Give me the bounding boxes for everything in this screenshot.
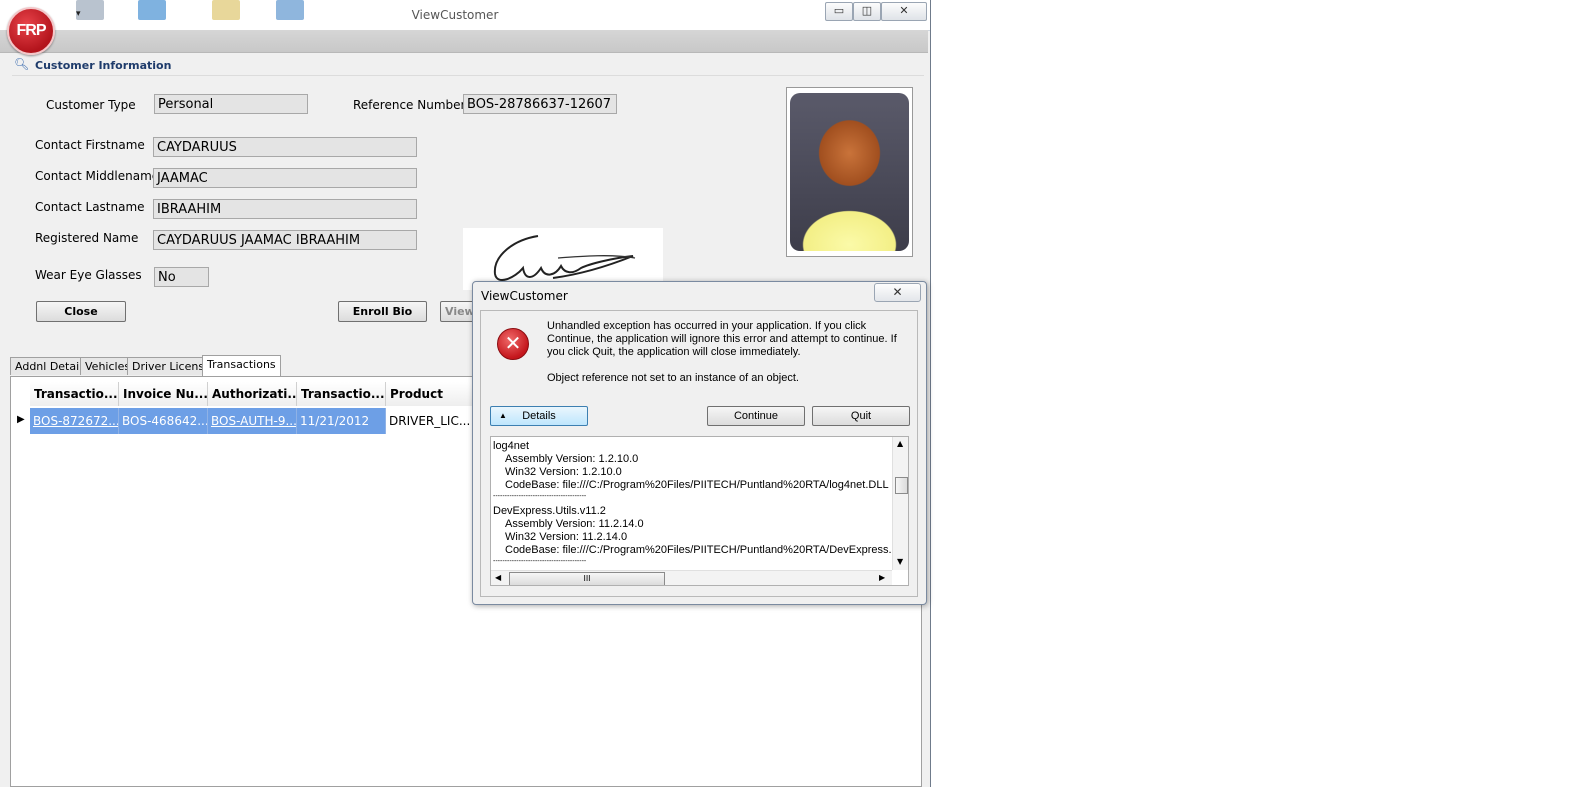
details-button[interactable]: ▲ Details (490, 406, 588, 426)
lastname-field[interactable]: IBRAAHIM (153, 199, 417, 219)
vertical-scroll-thumb[interactable] (895, 477, 908, 494)
lastname-label: Contact Lastname (35, 200, 145, 214)
column-header-transaction-id[interactable]: Transactio... (30, 382, 119, 406)
table-cell-transaction-id[interactable]: BOS-872672... (30, 408, 119, 434)
firstname-field[interactable]: CAYDARUUS (153, 137, 417, 157)
customer-type-label: Customer Type (46, 98, 136, 112)
details-line: Win32 Version: 11.2.14.0 (505, 531, 628, 543)
section-header: 🔍︎ Customer Information (12, 57, 924, 76)
quit-button[interactable]: Quit (812, 406, 910, 426)
middlename-field[interactable]: JAAMAC (153, 168, 417, 188)
reference-number-field[interactable]: BOS-28786637-12607 (463, 94, 617, 114)
error-message-line-2: Continue, the application will ignore th… (547, 333, 897, 345)
ribbon-strip (0, 30, 928, 53)
collapse-arrow-icon: ▲ (499, 411, 507, 420)
details-separator: ---------------------------------------- (493, 558, 587, 565)
scroll-right-icon[interactable]: ▶ (879, 573, 885, 582)
column-header-transaction-date[interactable]: Transactio... (297, 382, 386, 406)
row-indicator-icon: ▶ (17, 414, 25, 425)
horizontal-scrollbar[interactable]: ◀ III ▶ (491, 570, 892, 585)
reference-number-label: Reference Number (353, 98, 466, 112)
scroll-down-icon[interactable]: ▼ (897, 557, 903, 566)
dialog-title: ViewCustomer (481, 289, 568, 303)
app-logo[interactable]: FRP (7, 7, 55, 55)
error-icon: ✕ (497, 328, 529, 360)
continue-button[interactable]: Continue (707, 406, 805, 426)
enroll-bio-button[interactable]: Enroll Bio (338, 301, 427, 322)
scroll-left-icon[interactable]: ◀ (495, 573, 501, 582)
details-line: Win32 Version: 1.2.10.0 (505, 466, 622, 478)
customer-type-field[interactable]: Personal (154, 94, 308, 114)
dialog-body: ✕ Unhandled exception has occurred in yo… (480, 310, 918, 597)
eye-glasses-field[interactable]: No (154, 267, 209, 287)
close-button[interactable]: Close (36, 301, 126, 322)
horizontal-scroll-thumb[interactable]: III (509, 572, 665, 585)
customer-photo (790, 93, 909, 251)
details-separator: ---------------------------------------- (493, 493, 587, 500)
minimize-button[interactable]: ▭ (825, 2, 853, 21)
dialog-close-button[interactable]: ✕ (874, 283, 921, 302)
middlename-label: Contact Middlename (35, 169, 160, 183)
error-message-line-3: you click Quit, the application will clo… (547, 346, 801, 358)
table-cell-product[interactable]: DRIVER_LIC... (386, 408, 481, 434)
details-line: log4net (493, 440, 530, 452)
eye-glasses-label: Wear Eye Glasses (35, 268, 142, 282)
error-dialog: ViewCustomer ✕ ✕ Unhandled exception has… (472, 281, 927, 605)
error-message-line-1: Unhandled exception has occurred in your… (547, 320, 867, 332)
column-header-product[interactable]: Product (386, 382, 481, 406)
table-cell-transaction-date[interactable]: 11/21/2012 (297, 408, 386, 434)
window-title: ViewCustomer (411, 8, 499, 22)
table-cell-invoice-number[interactable]: BOS-468642... (119, 408, 208, 434)
exception-details-textbox[interactable]: log4net Assembly Version: 1.2.10.0 Win32… (490, 436, 909, 586)
close-window-button[interactable]: ✕ (881, 2, 927, 21)
section-title: Customer Information (35, 59, 172, 72)
tab-transactions[interactable]: Transactions (202, 355, 281, 376)
title-bar: ▾ ViewCustomer ▭ ◫ ✕ (0, 0, 930, 31)
column-header-invoice-number[interactable]: Invoice Nu... (119, 382, 208, 406)
details-line: DevExpress.Utils.v11.2 (493, 505, 606, 517)
registered-name-label: Registered Name (35, 231, 139, 245)
firstname-label: Contact Firstname (35, 138, 145, 152)
details-button-label: Details (522, 410, 556, 422)
customer-photo-frame (786, 87, 913, 257)
magnifier-icon: 🔍︎ (14, 57, 30, 71)
column-header-authorization[interactable]: Authorizati... (208, 382, 297, 406)
details-line: Assembly Version: 11.2.14.0 (505, 518, 644, 530)
details-line: Assembly Version: 1.2.10.0 (505, 453, 639, 465)
maximize-button[interactable]: ◫ (853, 2, 881, 21)
error-detail-message: Object reference not set to an instance … (547, 372, 799, 384)
registered-name-field[interactable]: CAYDARUUS JAAMAC IBRAAHIM (153, 230, 417, 250)
table-cell-authorization[interactable]: BOS-AUTH-9... (208, 408, 297, 434)
scroll-up-icon[interactable]: ▲ (897, 439, 903, 448)
vertical-scrollbar[interactable]: ▲ ▼ (892, 437, 908, 570)
